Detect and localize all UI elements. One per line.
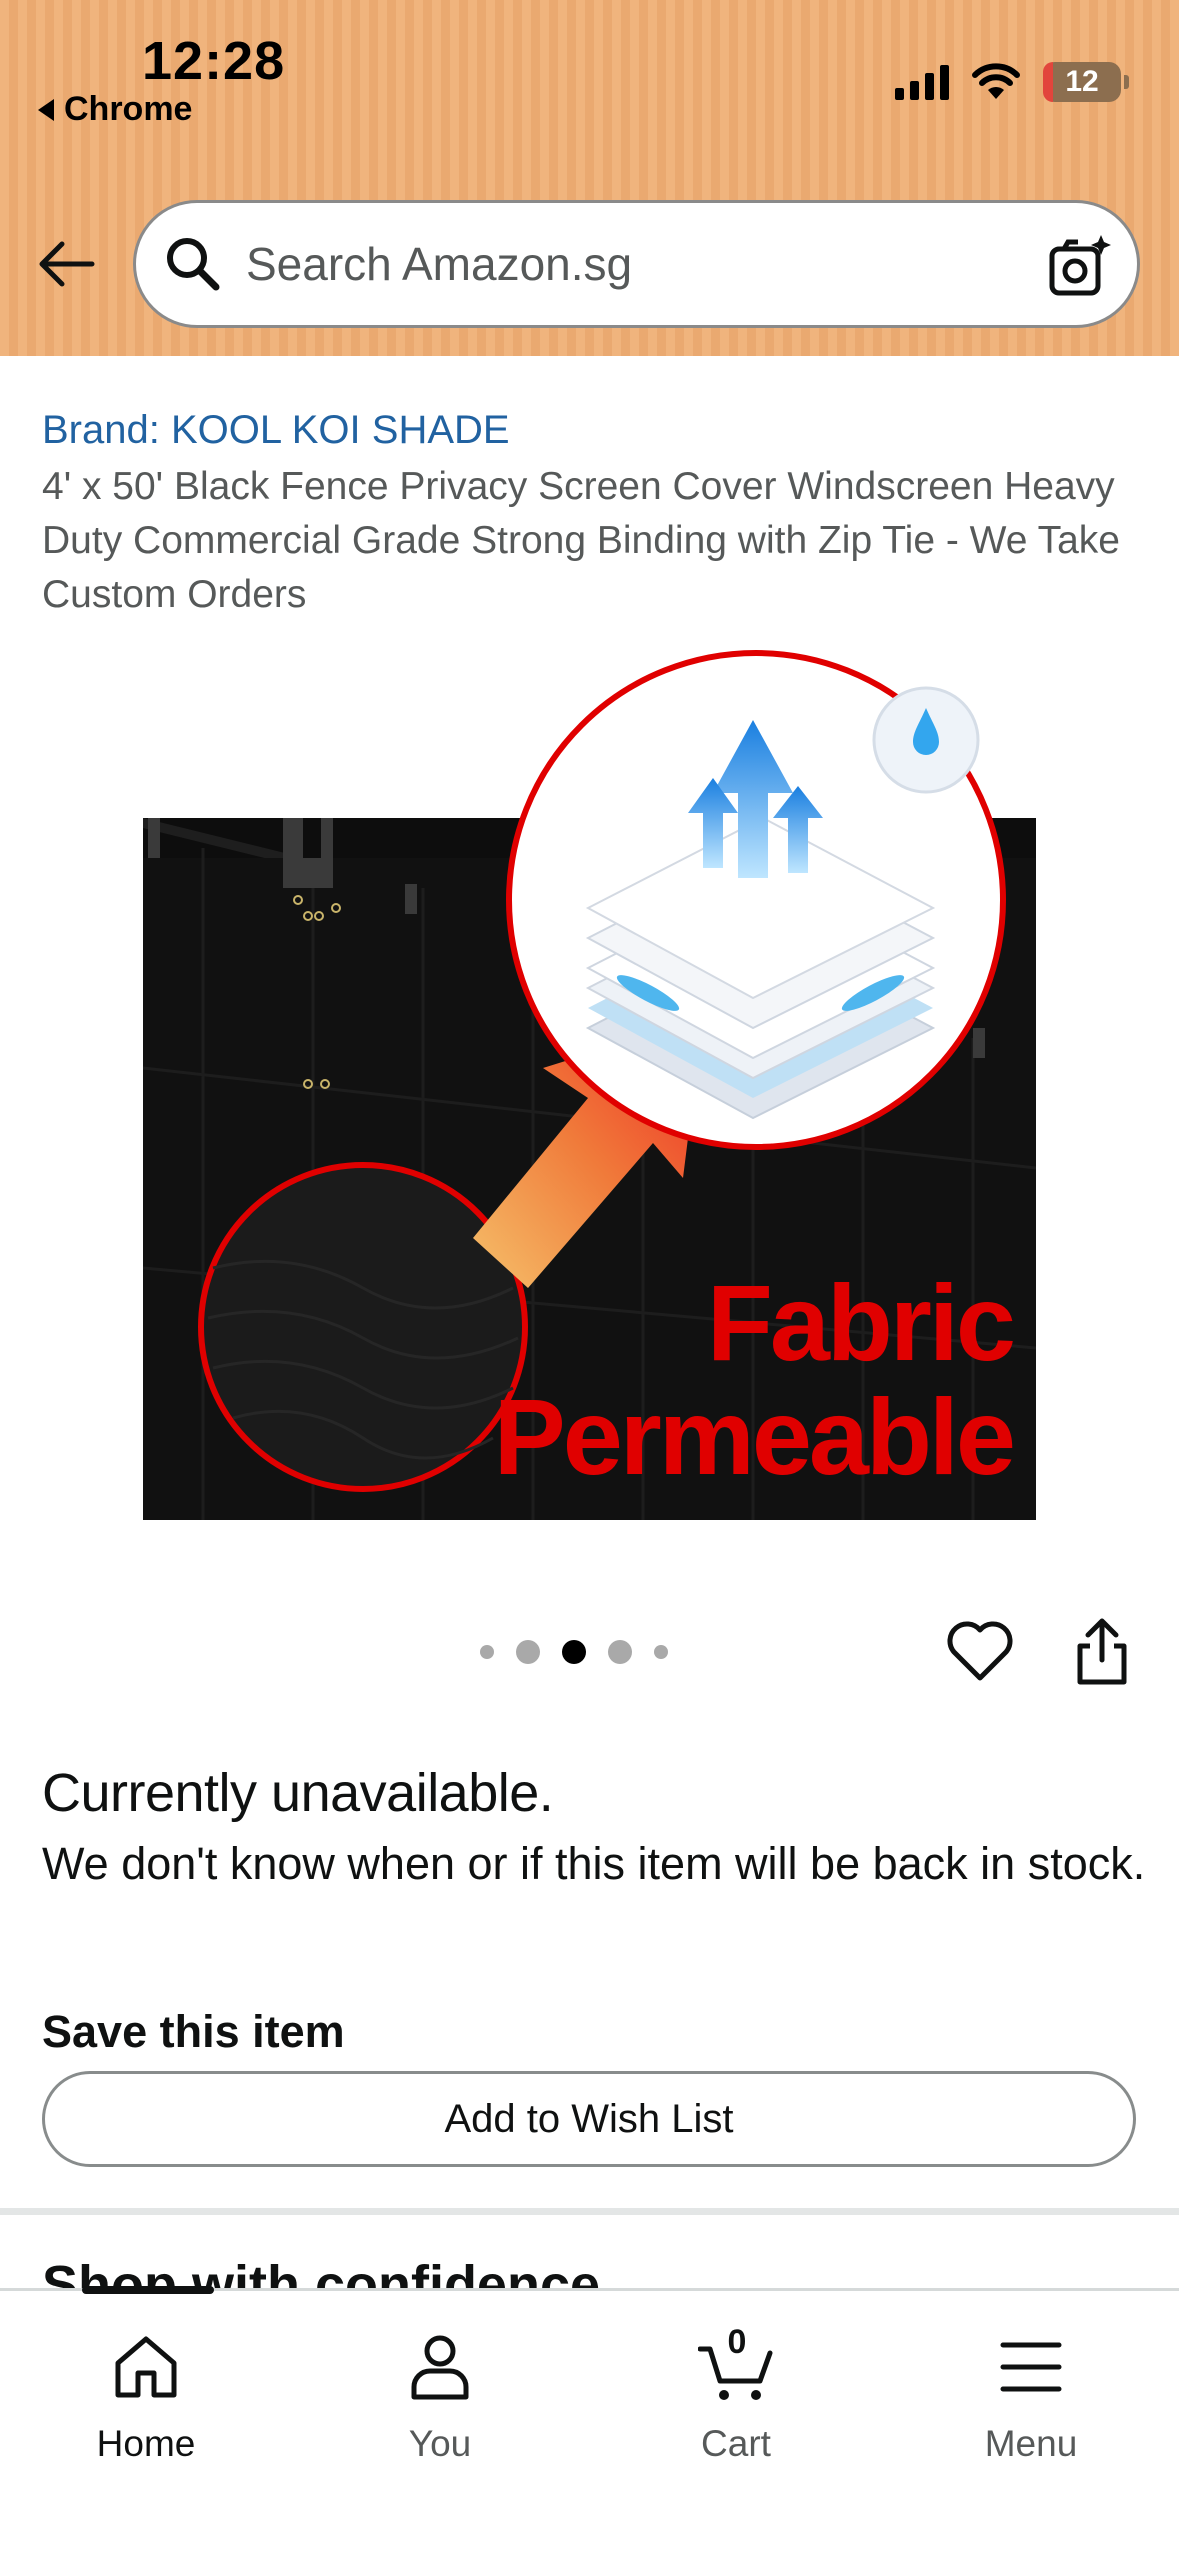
cart-count-badge: 0 (727, 2323, 747, 2361)
add-to-wish-list-button[interactable]: Add to Wish List (42, 2071, 1136, 2167)
hamburger-menu-icon (1000, 2342, 1062, 2392)
image-caption-line1: Fabric (707, 1262, 1013, 1383)
pagination-dot[interactable] (654, 1645, 668, 1659)
product-image[interactable]: Fabric Permeable (143, 648, 1036, 1520)
user-icon (411, 2335, 469, 2400)
nav-cart-label: Cart (701, 2423, 771, 2464)
share-icon[interactable] (1072, 1616, 1132, 1686)
bottom-navigation: Home You 0 Cart Menu (0, 2288, 1179, 2556)
pagination-dot[interactable] (480, 1645, 494, 1659)
search-input[interactable] (246, 237, 1006, 291)
shop-with-confidence-heading: Shop with confidence (42, 2255, 601, 2290)
brand-link[interactable]: Brand: KOOL KOI SHADE (42, 408, 510, 453)
image-caption-line2: Permeable (494, 1376, 1013, 1497)
back-triangle-icon (38, 98, 54, 121)
app-header: 12:28 Chrome 12 (0, 0, 1179, 356)
pagination-dot[interactable] (516, 1640, 540, 1664)
pagination-dot-active[interactable] (562, 1640, 586, 1664)
search-bar[interactable] (133, 200, 1140, 328)
back-arrow-icon[interactable] (34, 232, 98, 296)
back-app-label: Chrome (64, 90, 193, 128)
search-icon (167, 238, 220, 291)
battery-icon: 12 (1043, 62, 1129, 102)
back-to-chrome[interactable]: Chrome (38, 90, 192, 129)
nav-cart[interactable]: 0 Cart (636, 2291, 836, 2465)
nav-you[interactable]: You (340, 2291, 540, 2465)
availability-title: Currently unavailable. (42, 1763, 554, 1823)
product-title: 4' x 50' Black Fence Privacy Screen Cove… (42, 465, 1120, 616)
active-tab-indicator (82, 2286, 214, 2294)
pagination-dot[interactable] (608, 1640, 632, 1664)
nav-menu-label: Menu (984, 2423, 1078, 2464)
status-indicators: 12 (895, 62, 1129, 102)
image-pagination[interactable] (480, 1640, 668, 1664)
nav-menu[interactable]: Menu (931, 2291, 1131, 2465)
nav-home-label: Home (96, 2423, 196, 2464)
section-divider (0, 2208, 1179, 2215)
cellular-signal-icon (895, 64, 949, 100)
save-item-heading: Save this item (42, 2006, 345, 2057)
availability-message: We don't know when or if this item will … (42, 1838, 1146, 1889)
camera-search-icon[interactable] (1047, 233, 1113, 299)
nav-you-label: You (408, 2423, 472, 2464)
nav-home[interactable]: Home (46, 2291, 246, 2465)
home-icon (115, 2336, 177, 2398)
wifi-icon (972, 63, 1020, 99)
status-time: 12:28 (142, 31, 286, 91)
heart-icon[interactable] (946, 1618, 1014, 1686)
